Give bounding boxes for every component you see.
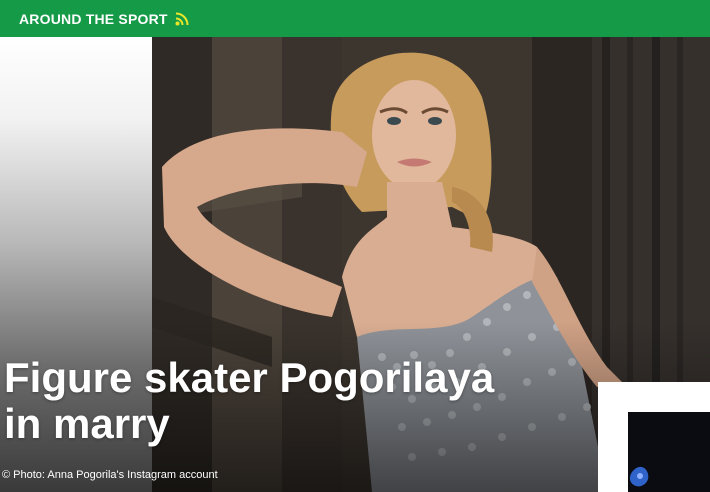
section-title[interactable]: AROUND THE SPORT [19,11,168,27]
section-header: AROUND THE SPORT [0,0,710,37]
rss-feed-icon[interactable] [175,12,189,26]
photo-credit: © Photo: Anna Pogorila's Instagram accou… [2,469,218,481]
featured-article-card[interactable]: Figure skater Pogorilaya in marry © Phot… [0,37,710,492]
next-article-thumbnail[interactable] [628,412,710,492]
article-headline[interactable]: Figure skater Pogorilaya in marry [4,355,524,447]
